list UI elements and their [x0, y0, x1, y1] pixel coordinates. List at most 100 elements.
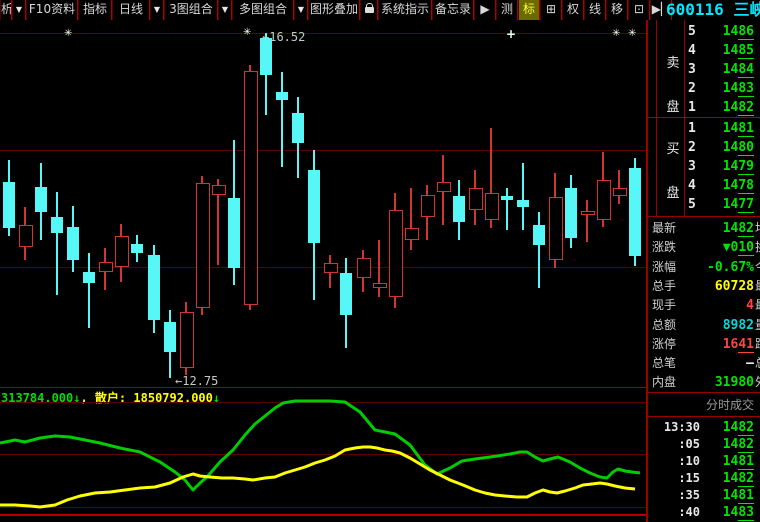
candle-body	[99, 262, 113, 272]
clipped-column: 今	[755, 258, 760, 277]
tick-price: 1482	[723, 419, 754, 436]
stat-row: 总笔—总	[648, 354, 760, 373]
stat-row: 涨幅-0.67%今	[648, 258, 760, 277]
bid-row[interactable]: 5 1477	[648, 195, 760, 214]
candle-body	[164, 322, 176, 352]
bid-row[interactable]: 1 1481	[648, 119, 760, 138]
bid-level: 5	[688, 195, 696, 214]
candle-body	[453, 196, 465, 222]
stat-row: 最新 1482均	[648, 219, 760, 238]
stat-row: 涨停1641跌	[648, 335, 760, 354]
bid-price: 1481	[723, 119, 754, 138]
tick-price: 1483	[723, 504, 754, 521]
candle-body	[340, 273, 352, 315]
candlestick-chart[interactable]: ✳✳+✳✳←16.52←12.75	[0, 20, 646, 388]
indicator-panel[interactable]: 313784.000↓, 散户: 1850792.000↓	[0, 388, 646, 522]
toolbar-button-标[interactable]: 标	[518, 0, 540, 20]
toolbar-button-⊞[interactable]: ⊞	[540, 0, 562, 20]
ask-row[interactable]: 31484	[648, 60, 760, 79]
main-force-line	[0, 401, 640, 490]
star-marker-icon: ✳	[628, 29, 636, 39]
toolbar-button-权[interactable]: 权	[562, 0, 584, 20]
toolbar: 析▼F10资料指标日线▼3图组合▼多图组合▼图形叠加系统指示备忘录▶测标⊞权线移…	[0, 0, 760, 21]
candle-body	[565, 188, 577, 238]
ask-row[interactable]: 2 1483	[648, 79, 760, 98]
ask-price: 1483	[723, 79, 754, 98]
toolbar-button-F10资料[interactable]: F10资料	[26, 0, 78, 20]
tick-price: 1482	[723, 470, 754, 487]
panel-divider	[648, 416, 760, 417]
toolbar-button-图形叠加[interactable]: 图形叠加	[308, 0, 360, 20]
candle-body	[148, 255, 160, 320]
tick-price: 1481	[723, 453, 754, 470]
stat-value: 1482	[723, 219, 754, 238]
toolbar-button-⊡[interactable]: ⊡	[628, 0, 650, 20]
toolbar-button-▶[interactable]: ▶	[474, 0, 496, 20]
stat-value: 31980	[715, 373, 754, 392]
candle-body	[244, 71, 258, 305]
lock-icon	[365, 7, 374, 13]
stat-value: 60728	[715, 277, 754, 296]
candle-body	[421, 195, 435, 217]
stat-row: 内盘31980外	[648, 373, 760, 392]
candle-body	[196, 183, 210, 308]
bid-row[interactable]: 21480	[648, 138, 760, 157]
candle-body	[292, 113, 304, 143]
candle-wick	[56, 192, 58, 295]
stat-label: 最新	[652, 219, 676, 238]
toolbar-button-系统指示[interactable]: 系统指示	[378, 0, 432, 20]
bid-level: 1	[688, 119, 696, 138]
trading-terminal-window: 析▼F10资料指标日线▼3图组合▼多图组合▼图形叠加系统指示备忘录▶测标⊞权线移…	[0, 0, 760, 522]
candle-wick	[378, 240, 380, 297]
candle-body	[35, 187, 47, 212]
bid-row[interactable]: 31479	[648, 157, 760, 176]
toolbar-button-日线[interactable]: 日线	[112, 0, 150, 20]
candle-body	[357, 258, 371, 278]
tick-row: :351481	[648, 487, 760, 504]
ask-row[interactable]: 51486	[648, 22, 760, 41]
toolbar-button-多图组合[interactable]: 多图组合	[232, 0, 294, 20]
dropdown-arrow-icon[interactable]: ▼	[218, 0, 232, 20]
candle-body	[83, 272, 95, 283]
clipped-column: 最	[755, 296, 760, 315]
stat-label: 涨幅	[652, 258, 676, 277]
toolbar-button-备忘录[interactable]: 备忘录	[432, 0, 474, 20]
bid-price: 1478	[723, 176, 754, 195]
clipped-column: 均	[755, 219, 760, 238]
ask-row[interactable]: 41485	[648, 41, 760, 60]
candle-body	[469, 188, 483, 210]
ask-row[interactable]: 11482	[648, 98, 760, 117]
candle-body	[613, 188, 627, 196]
candle-body	[308, 170, 320, 243]
candle-body	[517, 200, 529, 207]
candle-wick	[618, 170, 620, 204]
toolbar-button-移[interactable]: 移	[606, 0, 628, 20]
stat-label: 现手	[652, 296, 676, 315]
candle-body	[485, 193, 499, 220]
dropdown-arrow-icon[interactable]: ▼	[294, 0, 308, 20]
toolbar-button-析[interactable]: 析	[0, 0, 12, 20]
bid-level: 2	[688, 138, 696, 157]
dropdown-arrow-icon[interactable]: ▼	[150, 0, 164, 20]
toolbar-button-测[interactable]: 测	[496, 0, 518, 20]
tick-time: :05	[678, 436, 700, 453]
stat-value: 4	[746, 296, 754, 315]
ask-level: 2	[688, 79, 696, 98]
panel-divider	[648, 117, 760, 118]
toolbar-button-线[interactable]: 线	[584, 0, 606, 20]
toolbar-button-3图组合[interactable]: 3图组合	[164, 0, 218, 20]
bid-row[interactable]: 41478	[648, 176, 760, 195]
candle-body	[3, 182, 15, 228]
clipped-column: 量	[755, 316, 760, 335]
toolbar-button-指标[interactable]: 指标	[78, 0, 112, 20]
tick-price: 1481	[723, 487, 754, 504]
candle-wick	[281, 72, 283, 167]
stat-value: 1641	[723, 335, 754, 354]
dropdown-arrow-icon[interactable]: ▼	[12, 0, 26, 20]
stat-label: 总手	[652, 277, 676, 296]
star-marker-icon: ✳	[64, 29, 72, 39]
stat-label: 涨停	[652, 335, 676, 354]
bid-price: 1477	[723, 195, 754, 214]
gridline	[0, 267, 646, 268]
lock-button[interactable]	[360, 0, 378, 20]
